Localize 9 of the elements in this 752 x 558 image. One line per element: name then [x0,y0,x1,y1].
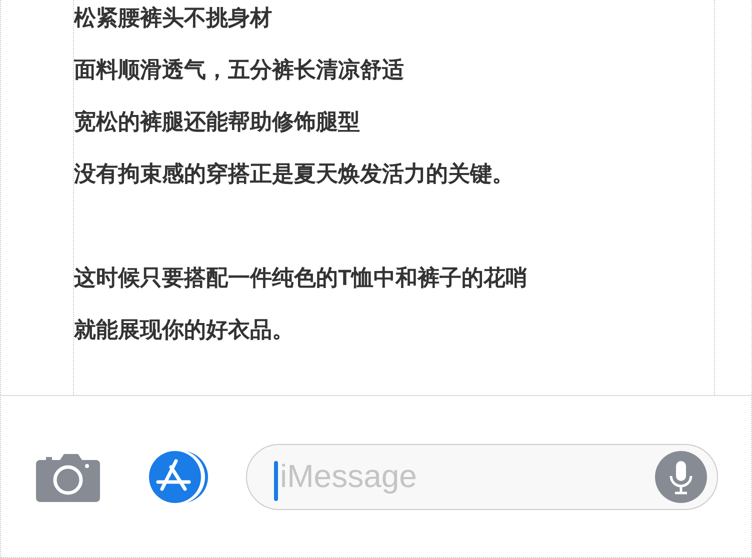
text-line: 面料顺滑透气，五分裤长清凉舒适 [74,56,404,84]
microphone-button[interactable] [655,450,707,502]
camera-button[interactable] [36,452,100,502]
text-line: 宽松的裤腿还能帮助修饰腿型 [74,108,360,136]
camera-icon [36,452,100,502]
microphone-icon [655,450,707,502]
text-line: 这时候只要搭配一件纯色的T恤中和裤子的花哨 [74,264,528,292]
text-line: 没有拘束感的穿搭正是夏天焕发活力的关键。 [74,160,514,188]
text-line: 就能展现你的好衣品。 [74,316,294,344]
